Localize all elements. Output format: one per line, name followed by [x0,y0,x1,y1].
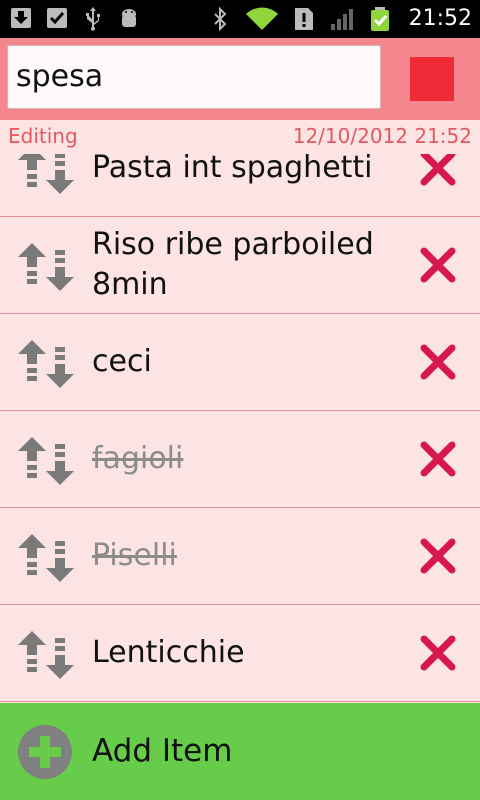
usb-icon [86,7,100,31]
reorder-handle-icon[interactable] [16,532,76,584]
editing-label: Editing [8,124,78,148]
list-item[interactable]: ceci [0,314,480,411]
delete-icon[interactable] [420,344,456,380]
clipboard-check-icon [47,8,67,28]
list-name-input[interactable]: spesa [7,45,381,109]
list-item[interactable]: fagioli [0,411,480,508]
status-bar-right: 21:52 [209,4,472,34]
list-item-label[interactable]: ceci [92,314,402,410]
edit-timestamp: 12/10/2012 21:52 [292,124,472,148]
reorder-handle-icon[interactable] [16,435,76,487]
list-item-label[interactable]: Lenticchie [92,605,402,701]
status-clock: 21:52 [408,6,472,31]
delete-icon[interactable] [420,441,456,477]
item-list[interactable]: Pasta int spaghetti Riso ribe parboiled 8… [0,154,480,703]
delete-icon[interactable] [420,154,456,186]
status-bar-left [10,5,140,31]
list-item[interactable]: Piselli [0,508,480,605]
list-item-label[interactable]: Riso ribe parboiled 8min [92,217,402,313]
list-item[interactable]: Lenticchie [0,605,480,702]
stop-button[interactable] [410,57,454,101]
add-circle-icon [18,725,72,779]
list-header: spesa [0,38,480,120]
android-debug-icon [122,9,136,27]
delete-icon[interactable] [420,538,456,574]
download-icon [11,8,31,28]
wifi-icon [245,7,278,30]
battery-charging-icon [370,7,389,31]
alert-icon [294,8,313,30]
delete-icon[interactable] [420,247,456,283]
list-item-label[interactable]: Piselli [92,508,402,604]
reorder-handle-icon[interactable] [16,338,76,390]
reorder-handle-icon[interactable] [16,154,76,196]
reorder-handle-icon[interactable] [16,241,76,293]
reorder-handle-icon[interactable] [16,629,76,681]
add-item-button[interactable]: Add Item [0,703,480,800]
add-item-label: Add Item [92,733,233,769]
list-item[interactable]: Pasta int spaghetti [0,154,480,217]
status-bar: 21:52 [0,0,480,38]
cell-signal-icon [330,9,353,30]
list-item[interactable]: Riso ribe parboiled 8min [0,217,480,314]
bluetooth-icon [213,6,227,32]
list-item-label[interactable]: fagioli [92,411,402,507]
list-item-label[interactable]: Pasta int spaghetti [92,154,402,216]
delete-icon[interactable] [420,635,456,671]
edit-status-bar: Editing 12/10/2012 21:52 [0,120,480,154]
